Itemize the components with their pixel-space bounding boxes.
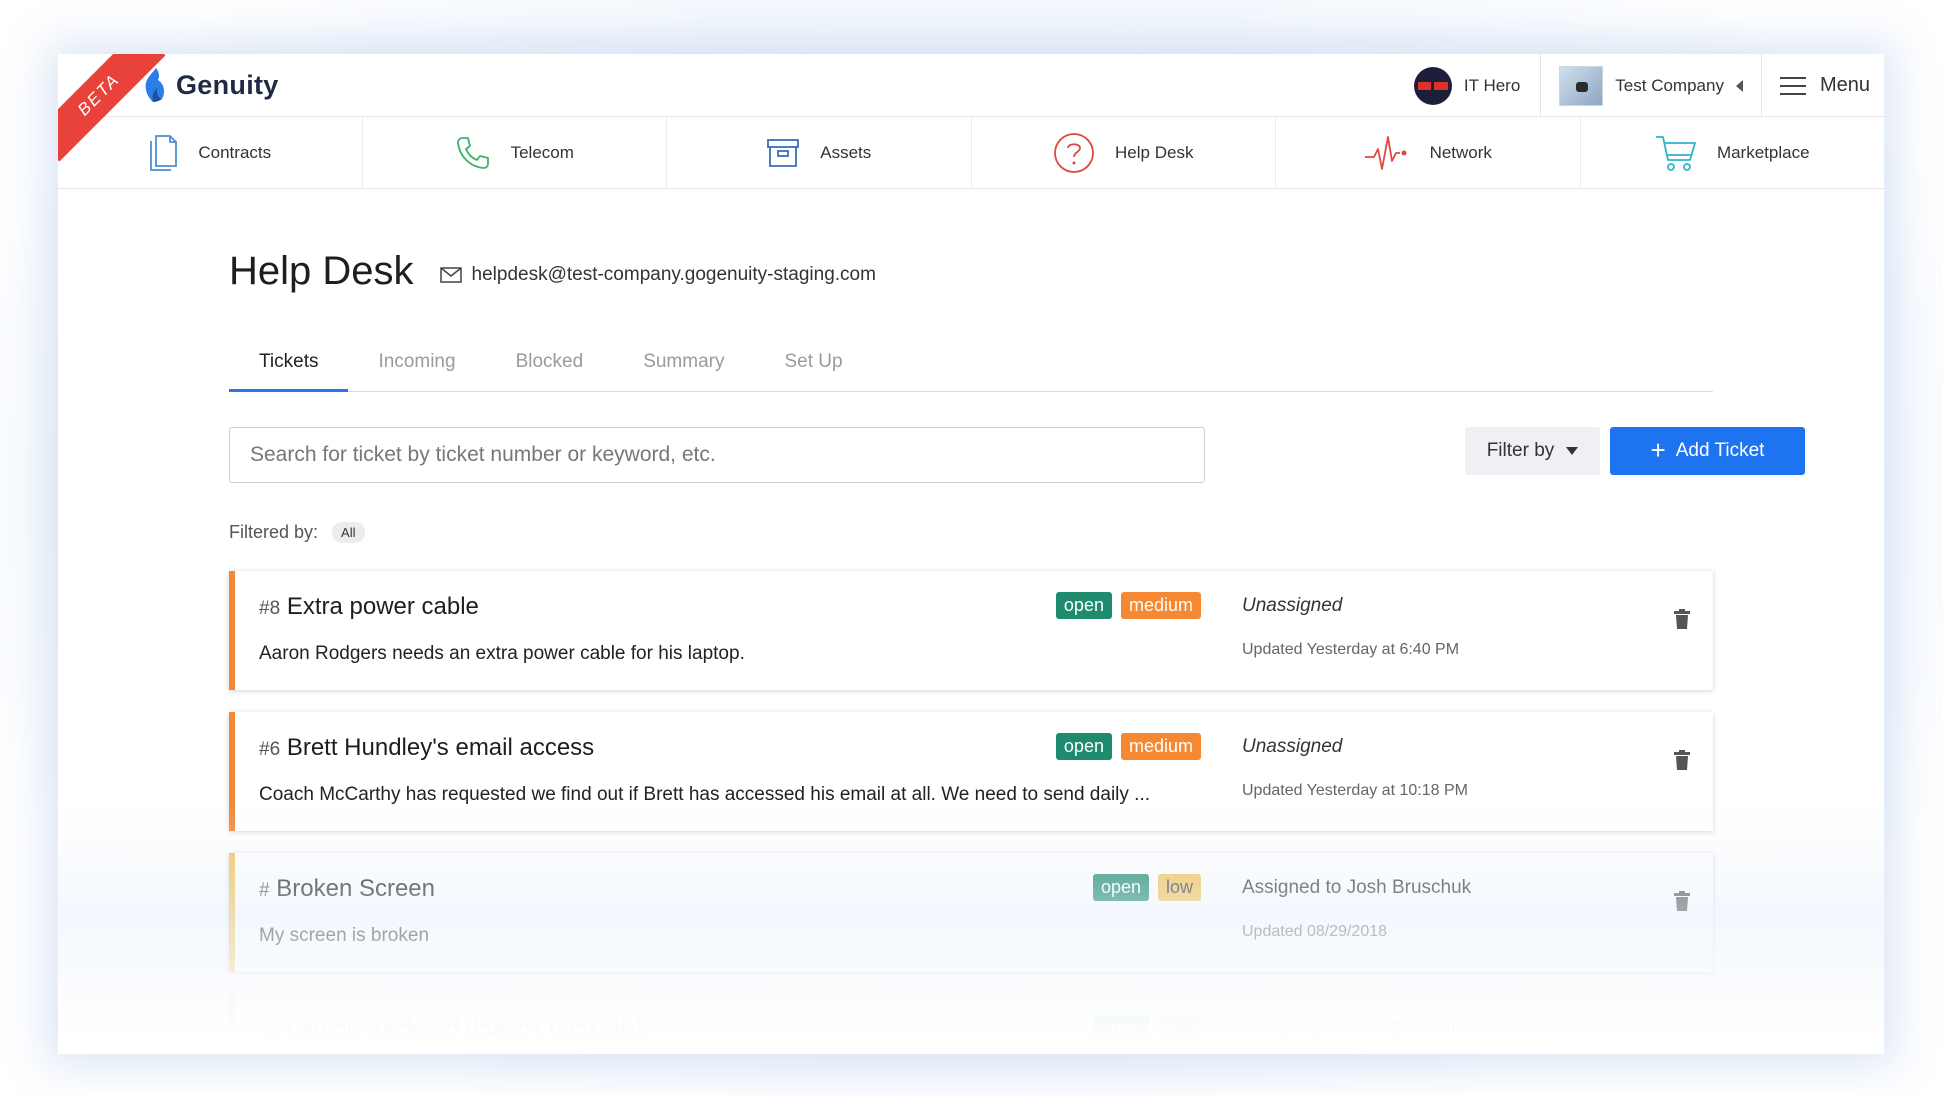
trash-icon[interactable] [1674,609,1690,629]
company-name: Test Company [1615,75,1724,95]
add-ticket-label: Add Ticket [1675,440,1765,461]
caret-left-icon [1735,79,1743,92]
priority-badge: medium [1120,733,1201,760]
module-label: Assets [820,142,872,162]
module-telecom[interactable]: Telecom [363,117,667,188]
ticket-title[interactable]: # Broken Screen [259,875,435,903]
ticket-description: My screen is broken [259,925,430,946]
filtered-by: Filtered by: All [229,522,365,543]
status-badge: open [1092,874,1149,901]
ticket-title-text: Extra power cable [286,593,479,620]
hamburger-icon [1779,76,1806,95]
archive-box-icon [767,138,800,167]
caret-down-icon [1566,447,1579,455]
ticket-title-text: Brett Hundley's email access [286,734,595,761]
ticket-card[interactable]: #6 Brett Hundley's email access Coach Mc… [229,712,1713,831]
ticket-number: #6 [259,739,281,760]
status-badge: open [1055,733,1112,760]
tab-summary[interactable]: Summary [613,344,754,392]
ticket-assignee[interactable]: Assigned to Josh Bruschuk [1242,1018,1471,1040]
filtered-by-label: Filtered by: [229,522,319,542]
page-header: Help Desk helpdesk@test-company.gogenuit… [229,249,876,294]
priority-badge: medium [1120,592,1201,619]
status-badge: open [1092,1015,1149,1042]
ticket-badges: open low [1092,874,1201,901]
menu-button[interactable]: Menu [1762,54,1884,117]
ticket-card[interactable]: #8 Extra power cable Aaron Rodgers needs… [229,571,1713,690]
ticket-card[interactable]: #9 Laptop trackpad doesn't right click o… [229,994,1713,1054]
priority-badge: low [1157,874,1201,901]
document-icon [150,134,178,171]
ticket-card[interactable]: # Broken Screen My screen is broken open… [229,853,1713,972]
cart-icon [1655,135,1696,171]
ticket-badges: open low [1092,1015,1201,1042]
ticket-number: # [259,880,270,901]
company-avatar [1559,65,1604,106]
trash-icon[interactable] [1674,891,1690,911]
tab-set-up[interactable]: Set Up [754,344,872,392]
ticket-number: #9 [259,1021,281,1042]
module-marketplace[interactable]: Marketplace [1581,117,1885,188]
user-menu[interactable]: IT Hero [1394,54,1542,117]
helpdesk-tabs: Tickets Incoming Blocked Summary Set Up [229,344,1713,392]
ticket-assignee[interactable]: Unassigned [1242,736,1342,758]
question-circle-icon [1054,132,1094,173]
ticket-assignee[interactable]: Unassigned [1242,595,1342,617]
ticket-description: Aaron Rodgers needs an extra power cable… [259,643,745,664]
menu-label: Menu [1819,74,1870,96]
ticket-title-text: Laptop trackpad doesn't right click [286,1016,649,1043]
brand-logo[interactable]: Genuity [140,66,279,104]
helpdesk-email-address: helpdesk@test-company.gogenuity-staging.… [471,263,876,285]
user-name: IT Hero [1463,75,1521,95]
filter-by-label: Filter by [1486,440,1555,461]
ticket-updated: Updated Yesterday at 6:40 PM [1242,641,1460,658]
module-label: Help Desk [1115,142,1194,162]
top-bar: BETA Genuity IT Hero Test Company Menu [58,54,1884,162]
add-ticket-button[interactable]: + Add Ticket [1610,427,1805,475]
company-switcher[interactable]: Test Company [1541,54,1762,117]
top-right-controls: IT Hero Test Company Menu [1394,54,1884,117]
brand-name: Genuity [176,69,279,100]
ticket-title-text: Broken Screen [276,875,436,902]
tab-incoming[interactable]: Incoming [348,344,485,392]
ticket-updated: Updated Yesterday at 10:18 PM [1242,782,1468,799]
status-badge: open [1055,592,1112,619]
module-network[interactable]: Network [1276,117,1581,188]
module-help-desk[interactable]: Help Desk [972,117,1276,188]
user-avatar [1413,66,1452,105]
module-assets[interactable]: Assets [667,117,972,188]
filter-by-button[interactable]: Filter by [1465,427,1600,475]
plus-icon: + [1650,435,1666,465]
ticket-badges: open medium [1055,733,1201,760]
ticket-number: #8 [259,598,281,619]
ticket-updated: Updated 08/29/2018 [1242,923,1388,940]
module-contracts[interactable]: Contracts [58,117,363,188]
module-label: Network [1429,142,1492,162]
app-window: BETA Genuity IT Hero Test Company Menu C… [58,54,1884,1054]
ticket-badges: open medium [1055,592,1201,619]
phone-icon [456,136,489,169]
priority-badge: low [1157,1015,1201,1042]
page-title: Help Desk [229,249,414,293]
module-label: Contracts [198,142,272,162]
ticket-title[interactable]: #8 Extra power cable [259,593,479,621]
ticket-assignee[interactable]: Assigned to Josh Bruschuk [1242,877,1471,899]
module-label: Marketplace [1716,142,1810,162]
helpdesk-email[interactable]: helpdesk@test-company.gogenuity-staging.… [439,263,876,286]
trash-icon[interactable] [1674,750,1690,770]
tab-blocked[interactable]: Blocked [486,344,614,392]
ticket-title[interactable]: #6 Brett Hundley's email access [259,734,594,762]
ticket-search-input[interactable] [229,427,1205,483]
ticket-title[interactable]: #9 Laptop trackpad doesn't right click [259,1016,649,1044]
module-label: Telecom [510,142,574,162]
module-nav: Contracts Telecom Assets Help Desk Netwo… [58,117,1884,189]
envelope-icon [439,266,462,283]
pulse-icon [1364,135,1407,170]
tab-tickets[interactable]: Tickets [229,344,349,392]
ticket-description: Coach McCarthy has requested we find out… [259,784,1150,805]
filter-pill[interactable]: All [332,522,365,543]
